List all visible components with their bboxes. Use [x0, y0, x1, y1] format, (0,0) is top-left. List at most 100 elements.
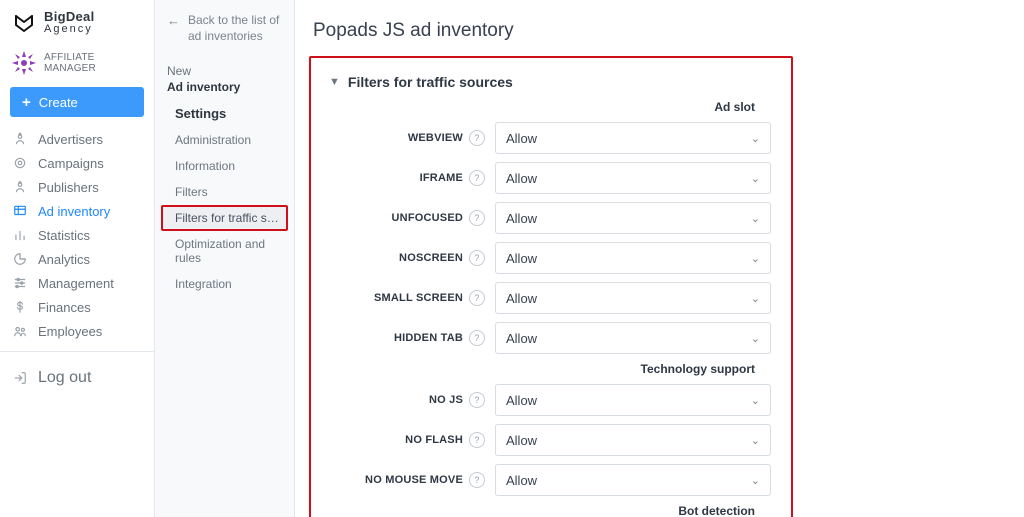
nav-item-label: Management: [38, 276, 114, 291]
filter-select[interactable]: Allow ⌄: [495, 464, 771, 496]
info-icon[interactable]: ?: [469, 250, 485, 266]
nav-item-analytics[interactable]: Analytics: [0, 247, 154, 271]
info-icon[interactable]: ?: [469, 472, 485, 488]
target-icon: [12, 156, 28, 170]
filter-row: SMALL SCREEN ? Allow ⌄: [329, 282, 771, 314]
filter-select[interactable]: Allow ⌄: [495, 282, 771, 314]
filter-label: UNFOCUSED ?: [329, 210, 485, 226]
people-icon: [12, 324, 28, 338]
filter-select[interactable]: Allow ⌄: [495, 162, 771, 194]
filter-select[interactable]: Allow ⌄: [495, 122, 771, 154]
filter-select[interactable]: Allow ⌄: [495, 384, 771, 416]
settings-rail: ← Back to the list of ad inventories New…: [155, 0, 295, 517]
bars-icon: [12, 228, 28, 242]
filter-row: NO MOUSE MOVE ? Allow ⌄: [329, 464, 771, 496]
logout-icon: [12, 371, 28, 385]
info-icon[interactable]: ?: [469, 290, 485, 306]
filter-select-value: Allow: [506, 131, 537, 146]
filter-row: IFRAME ? Allow ⌄: [329, 162, 771, 194]
filter-select-value: Allow: [506, 171, 537, 186]
filter-label: HIDDEN TAB ?: [329, 330, 485, 346]
filter-label: NO JS ?: [329, 392, 485, 408]
filter-select[interactable]: Allow ⌄: [495, 424, 771, 456]
filters-panel: ▼ Filters for traffic sources Ad slot WE…: [309, 56, 793, 517]
filter-select-value: Allow: [506, 211, 537, 226]
chevron-down-icon: ⌄: [751, 474, 760, 487]
nav-item-statistics[interactable]: Statistics: [0, 223, 154, 247]
settings-heading: Settings: [161, 96, 288, 127]
info-icon[interactable]: ?: [469, 210, 485, 226]
nav-item-publishers[interactable]: Publishers: [0, 175, 154, 199]
logout-label: Log out: [38, 369, 91, 387]
nav-item-employees[interactable]: Employees: [0, 319, 154, 343]
back-line1: Back to the list of: [188, 12, 279, 28]
brand-logo-icon: [12, 11, 36, 35]
pie-icon: [12, 252, 28, 266]
info-icon[interactable]: ?: [469, 392, 485, 408]
filter-row: NO FLASH ? Allow ⌄: [329, 424, 771, 456]
arrow-left-icon: ←: [167, 13, 180, 28]
download-user-icon: [12, 180, 28, 194]
back-link[interactable]: ← Back to the list of ad inventories: [161, 10, 288, 46]
filter-label: WEBVIEW ?: [329, 130, 485, 146]
settings-item-0[interactable]: Administration: [161, 127, 288, 153]
settings-item-4[interactable]: Optimization and rules: [161, 231, 288, 271]
nav-item-adinventory[interactable]: Ad inventory: [0, 199, 154, 223]
affiliate-manager-icon: [10, 49, 38, 77]
group-title: Ad slot: [329, 100, 771, 114]
filter-label: IFRAME ?: [329, 170, 485, 186]
nav-item-label: Finances: [38, 300, 91, 315]
chevron-down-icon: ⌄: [751, 434, 760, 447]
primary-nav: Advertisers Campaigns Publishers Ad invento…: [0, 127, 154, 343]
filters-section-header[interactable]: ▼ Filters for traffic sources: [329, 74, 771, 90]
chevron-down-icon: ⌄: [751, 394, 760, 407]
nav-item-label: Campaigns: [38, 156, 104, 171]
filter-select-value: Allow: [506, 331, 537, 346]
nav-item-advertisers[interactable]: Advertisers: [0, 127, 154, 151]
create-button[interactable]: + Create: [10, 87, 144, 117]
filter-select-value: Allow: [506, 473, 537, 488]
filter-select-value: Allow: [506, 251, 537, 266]
chevron-down-icon: ⌄: [751, 212, 760, 225]
rail-context-sub: Ad inventory: [167, 80, 282, 94]
filter-row: NOSCREEN ? Allow ⌄: [329, 242, 771, 274]
filter-label: NOSCREEN ?: [329, 250, 485, 266]
back-line2: ad inventories: [188, 28, 279, 44]
filter-row: WEBVIEW ? Allow ⌄: [329, 122, 771, 154]
upload-user-icon: [12, 132, 28, 146]
settings-item-1[interactable]: Information: [161, 153, 288, 179]
nav-item-management[interactable]: Management: [0, 271, 154, 295]
chevron-down-icon: ⌄: [751, 332, 760, 345]
filter-select-value: Allow: [506, 291, 537, 306]
chevron-down-icon: ⌄: [751, 252, 760, 265]
grid-icon: [12, 204, 28, 218]
brand-title-line2: Agency: [44, 24, 95, 36]
chevron-down-icon: ⌄: [751, 172, 760, 185]
filter-label: NO FLASH ?: [329, 432, 485, 448]
nav-item-campaigns[interactable]: Campaigns: [0, 151, 154, 175]
filter-select-value: Allow: [506, 393, 537, 408]
settings-item-3[interactable]: Filters for traffic sour...: [161, 205, 288, 231]
nav-item-label: Advertisers: [38, 132, 103, 147]
info-icon[interactable]: ?: [469, 170, 485, 186]
nav-item-label: Statistics: [38, 228, 90, 243]
info-icon[interactable]: ?: [469, 330, 485, 346]
filter-row: NO JS ? Allow ⌄: [329, 384, 771, 416]
settings-item-2[interactable]: Filters: [161, 179, 288, 205]
settings-item-5[interactable]: Integration: [161, 271, 288, 297]
nav-separator: [0, 351, 154, 352]
info-icon[interactable]: ?: [469, 432, 485, 448]
filter-select[interactable]: Allow ⌄: [495, 242, 771, 274]
info-icon[interactable]: ?: [469, 130, 485, 146]
filter-label: NO MOUSE MOVE ?: [329, 472, 485, 488]
nav-item-label: Ad inventory: [38, 204, 110, 219]
filter-select[interactable]: Allow ⌄: [495, 322, 771, 354]
role-label: AFFILIATE MANAGER: [44, 52, 144, 74]
logout-link[interactable]: Log out: [0, 366, 154, 390]
nav-item-label: Publishers: [38, 180, 99, 195]
chevron-down-icon: ⌄: [751, 292, 760, 305]
role-row: AFFILIATE MANAGER: [0, 41, 154, 87]
nav-item-finances[interactable]: Finances: [0, 295, 154, 319]
rail-context-top: New: [167, 64, 282, 78]
filter-select[interactable]: Allow ⌄: [495, 202, 771, 234]
